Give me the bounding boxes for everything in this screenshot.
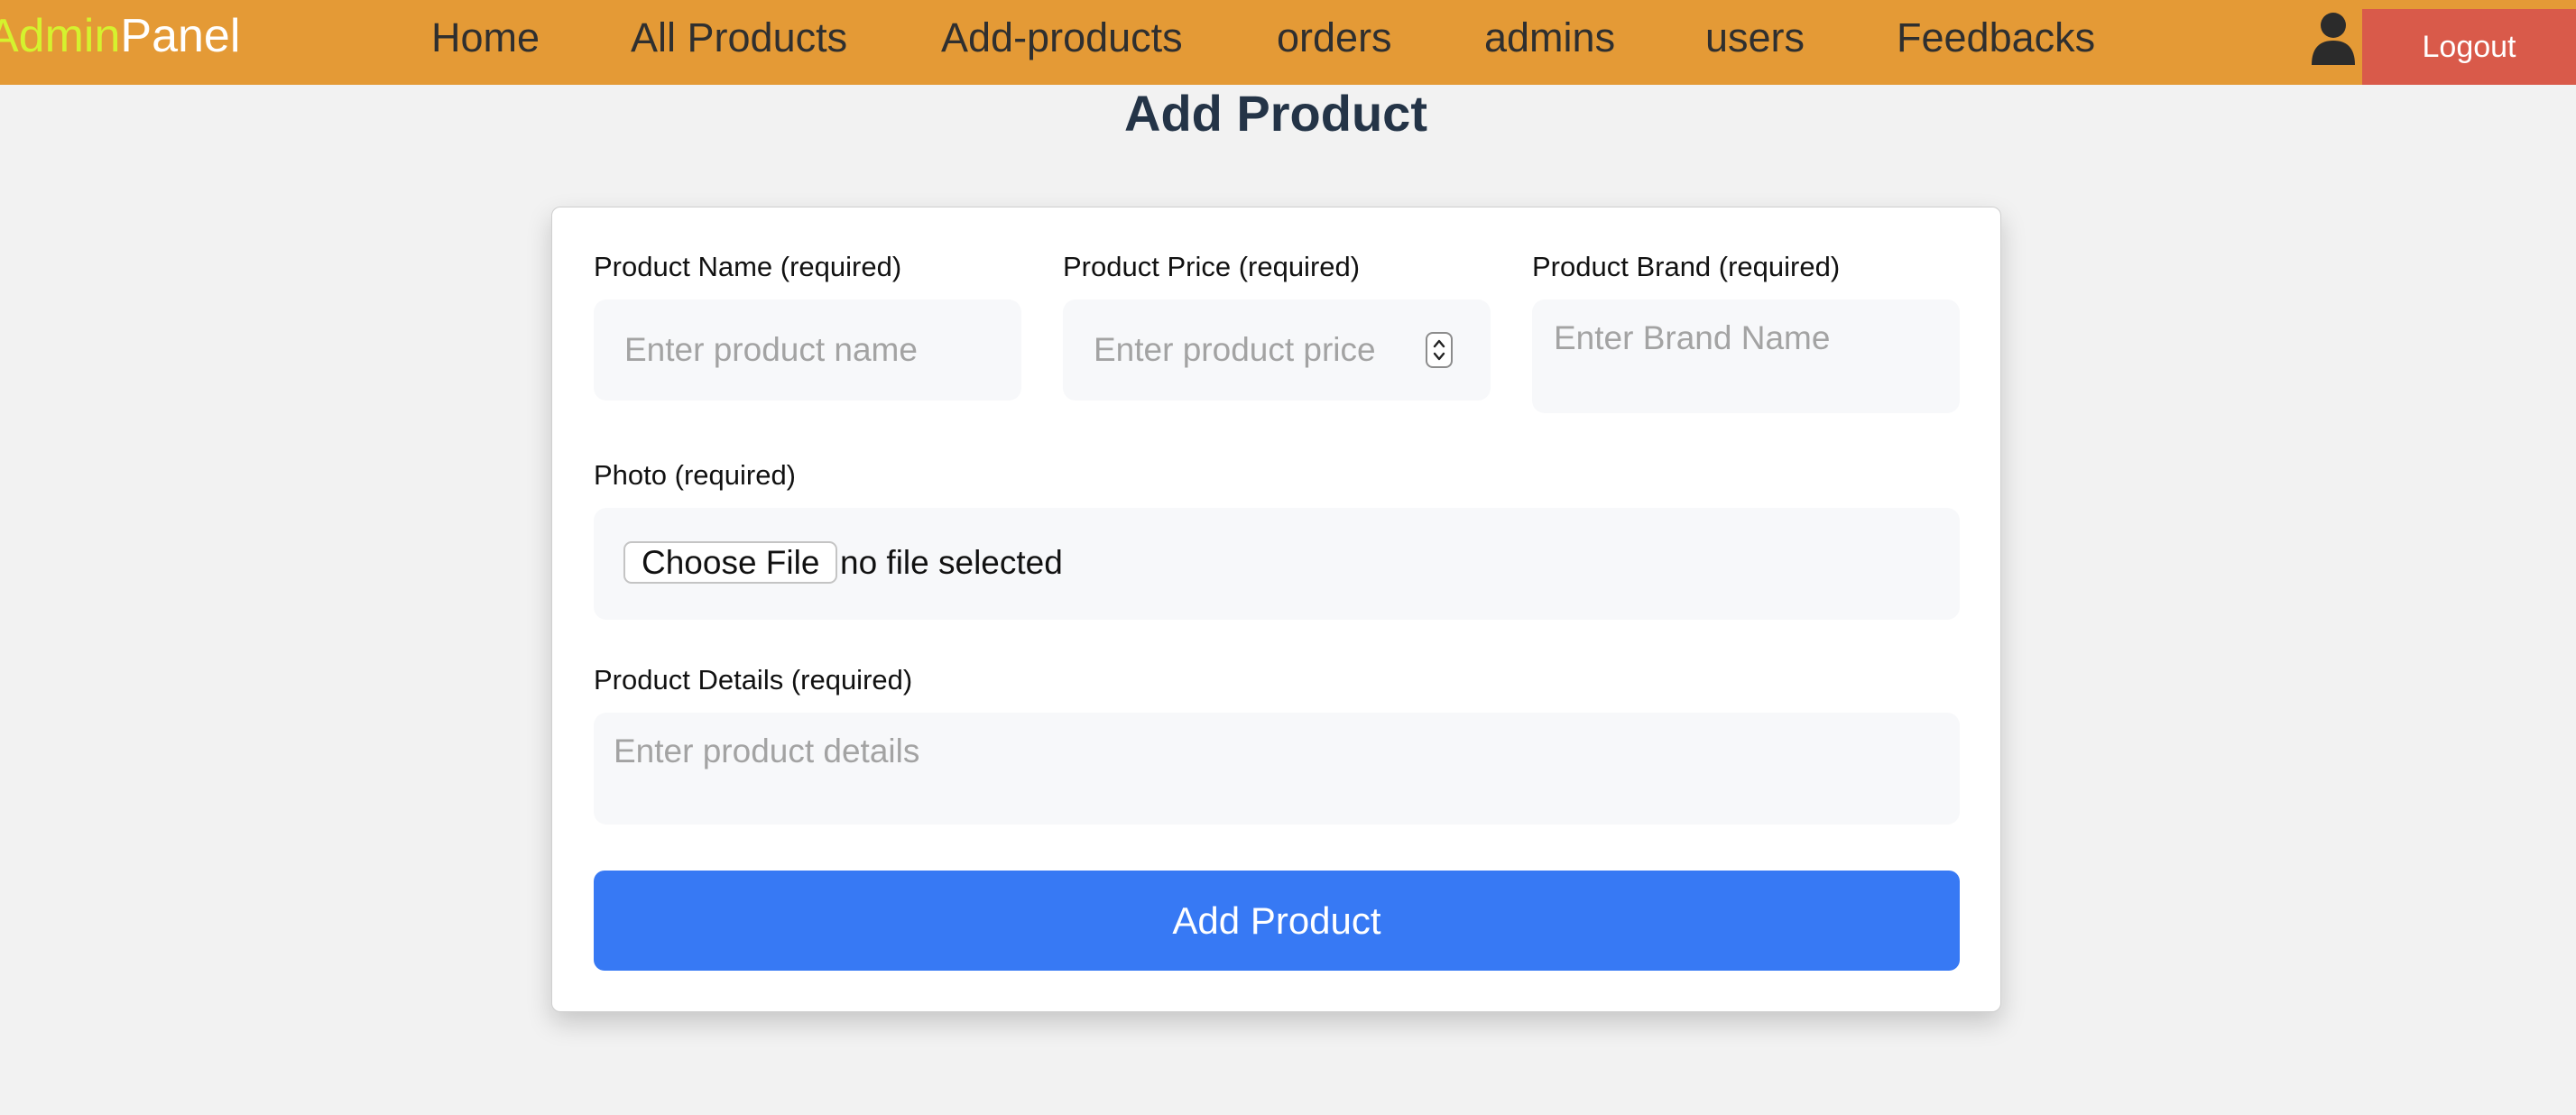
product-brand-label: Product Brand (required) (1532, 251, 1841, 282)
nav-link-add-products[interactable]: Add-products (941, 13, 1183, 63)
nav-link-users[interactable]: users (1705, 13, 1805, 63)
add-product-button[interactable]: Add Product (594, 871, 1960, 971)
photo-file-input[interactable]: Choose File no file selected (594, 508, 1960, 620)
brand-panel-text: Panel (120, 10, 241, 62)
logout-button[interactable]: Logout (2362, 9, 2576, 85)
product-details-label: Product Details (required) (594, 664, 913, 696)
nav-link-orders[interactable]: orders (1277, 13, 1392, 63)
top-navbar: AdminPanel Home All Products Add-product… (0, 0, 2576, 85)
user-icon[interactable] (2310, 11, 2357, 65)
nav-link-all-products[interactable]: All Products (631, 13, 847, 63)
file-status-text: no file selected (840, 544, 1063, 581)
page-title: Add Product (1124, 85, 1427, 142)
add-product-form: Product Name (required) Product Price (r… (551, 207, 2001, 1012)
photo-label: Photo (required) (594, 459, 797, 491)
nav-link-feedbacks[interactable]: Feedbacks (1897, 13, 2095, 63)
choose-file-button[interactable]: Choose File (623, 541, 838, 584)
nav-link-admins[interactable]: admins (1484, 13, 1615, 63)
product-price-label: Product Price (required) (1063, 251, 1361, 282)
brand-logo[interactable]: AdminPanel (0, 9, 240, 63)
product-name-input[interactable] (594, 299, 1021, 401)
brand-admin-text: Admin (0, 10, 121, 62)
product-brand-input[interactable] (1532, 299, 1960, 413)
nav-link-home[interactable]: Home (431, 13, 540, 63)
product-details-input[interactable] (594, 713, 1960, 825)
number-spinner-icon[interactable] (1426, 332, 1453, 368)
product-name-label: Product Name (required) (594, 251, 902, 282)
